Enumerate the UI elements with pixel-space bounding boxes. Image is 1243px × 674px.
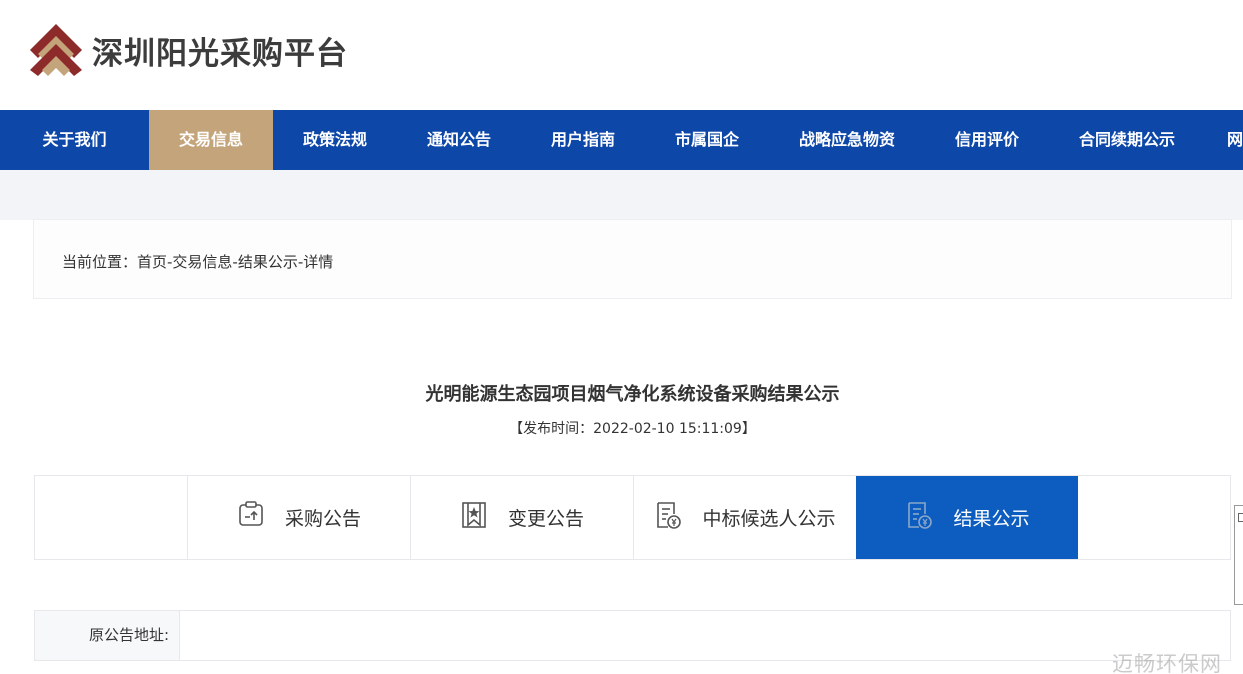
document-yen-icon: [908, 501, 933, 529]
nav-item-about[interactable]: 关于我们: [0, 110, 149, 170]
clipboard-upload-icon: [239, 500, 263, 526]
breadcrumb-text: 当前位置：首页-交易信息-结果公示-详情: [62, 253, 334, 271]
original-address-row: 原公告地址:: [34, 610, 1231, 661]
publish-time: 【发布时间：2022-02-10 15:11:09】: [509, 421, 756, 437]
tab-label: 变更公告: [507, 508, 584, 530]
tab-procurement-notice[interactable]: 采购公告: [187, 476, 410, 559]
tab-label: 中标候选人公示: [702, 508, 836, 530]
side-button-icon: [1238, 513, 1243, 522]
document-yen-icon: [657, 501, 682, 529]
nav-item-notices[interactable]: 通知公告: [397, 110, 521, 170]
tab-bid-candidates[interactable]: 中标候选人公示: [633, 476, 856, 559]
tab-change-notice[interactable]: 变更公告: [410, 476, 633, 559]
nav-item-credit-rating[interactable]: 信用评价: [925, 110, 1049, 170]
tab-label: 结果公示: [953, 508, 1030, 530]
article-title: 光明能源生态园项目烟气净化系统设备采购结果公示: [425, 384, 840, 405]
nav-item-user-guide[interactable]: 用户指南: [521, 110, 645, 170]
main-nav: 关于我们 交易信息 政策法规 通知公告 用户指南 市属国企 战略应急物资 信用评…: [0, 110, 1243, 170]
bookmark-star-icon: [462, 501, 486, 528]
site-header: 深圳阳光采购平台: [0, 0, 1243, 110]
nav-item-more[interactable]: 网: [1205, 110, 1243, 170]
site-name: 深圳阳光采购平台: [92, 35, 348, 72]
watermark: 迈畅环保网: [1112, 652, 1222, 674]
nav-item-state-enterprises[interactable]: 市属国企: [645, 110, 769, 170]
banner-band: [0, 170, 1243, 220]
nav-item-contract-renewal[interactable]: 合同续期公示: [1049, 110, 1205, 170]
breadcrumb: 当前位置：首页-交易信息-结果公示-详情: [33, 219, 1232, 299]
site-logo[interactable]: 深圳阳光采购平台: [30, 24, 348, 76]
nav-item-trade-info[interactable]: 交易信息: [149, 110, 273, 170]
notice-tabs: 采购公告 变更公告 中标候选人公示 结果公示: [34, 475, 1231, 560]
side-float-button[interactable]: [1234, 505, 1243, 605]
original-address-label: 原公告地址:: [35, 611, 180, 660]
nav-item-emergency-supplies[interactable]: 战略应急物资: [769, 110, 925, 170]
logo-icon: [30, 24, 82, 76]
tab-label: 采购公告: [284, 508, 361, 530]
nav-item-policy[interactable]: 政策法规: [273, 110, 397, 170]
tab-result-notice[interactable]: 结果公示: [856, 476, 1078, 559]
